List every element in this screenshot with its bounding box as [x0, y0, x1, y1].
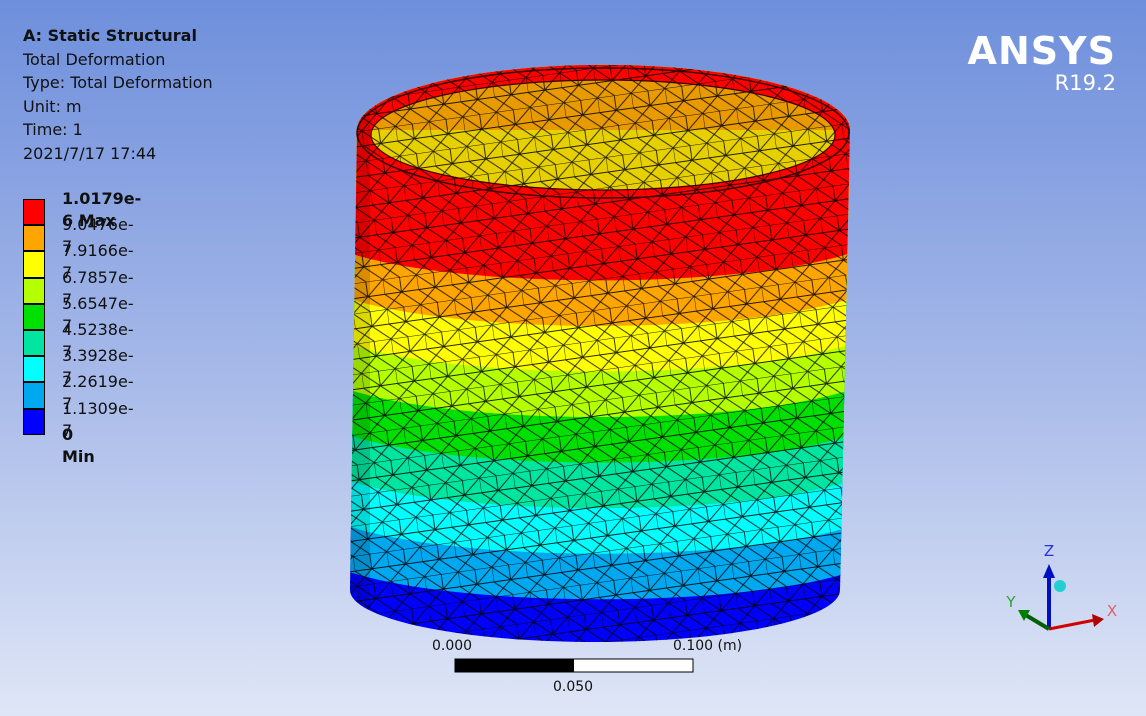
axis-triad[interactable]: Z X Y: [1005, 542, 1117, 631]
scale-bar: [454, 658, 694, 673]
axis-z-label: Z: [1044, 542, 1054, 560]
axis-x-label: X: [1107, 602, 1117, 620]
scale-mid-label: 0.050: [553, 679, 594, 695]
model-viewport[interactable]: Z X Y: [0, 0, 1146, 716]
scale-right-label: 0.100 (m): [673, 638, 743, 654]
axis-y-label: Y: [1005, 593, 1016, 611]
scale-left-label: 0.000: [432, 638, 473, 654]
